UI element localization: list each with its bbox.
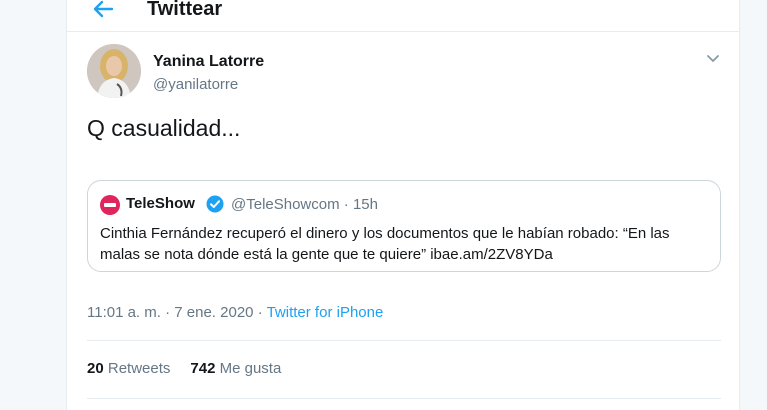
quoted-time: 15h [352,196,378,213]
divider [87,398,721,399]
quoted-author-meta: @TeleShowcom · 15h [231,196,378,213]
retweets-label: Retweets [107,360,171,377]
quoted-text: Cinthia Fernández recuperó el dinero y l… [100,225,670,263]
likes-stat[interactable]: 742 Me gusta [190,360,281,377]
chevron-down-icon[interactable] [706,54,720,64]
author-name[interactable]: Yanina Latorre [153,53,264,71]
teleshow-logo-icon [100,195,120,215]
meta-separator: · [257,304,263,321]
tweet-detail-card: Twittear Yanina Latorre @yanilatorre Q c… [66,0,740,410]
tweet-stats: 20 Retweets 742 Me gusta [87,360,301,377]
page: Twittear Yanina Latorre @yanilatorre Q c… [0,0,767,410]
avatar[interactable] [87,44,141,98]
tweet-meta: 11:01 a. m. · 7 ene. 2020 · Twitter for … [87,304,383,321]
retweets-count: 20 [87,360,104,377]
divider [87,340,721,341]
tweet-source-link[interactable]: Twitter for iPhone [267,304,384,321]
author-handle[interactable]: @yanilatorre [153,76,238,93]
likes-count: 742 [190,360,216,377]
avatar-image [87,44,141,98]
quoted-separator: · [343,196,349,213]
quoted-author-name: TeleShow [126,195,195,212]
page-title: Twittear [147,0,223,20]
tweet-timestamp[interactable]: 11:01 a. m. · 7 ene. 2020 [87,304,254,321]
verified-badge-icon [206,195,224,213]
likes-label: Me gusta [219,360,282,377]
quoted-author-handle: @TeleShowcom [231,196,340,213]
retweets-stat[interactable]: 20 Retweets [87,360,170,377]
tweet-text: Q casualidad... [87,115,241,141]
quoted-tweet[interactable]: TeleShow @TeleShowcom · 15h Cinthia Fern… [87,180,721,272]
header: Twittear [67,0,739,32]
arrow-left-icon[interactable] [92,0,114,18]
